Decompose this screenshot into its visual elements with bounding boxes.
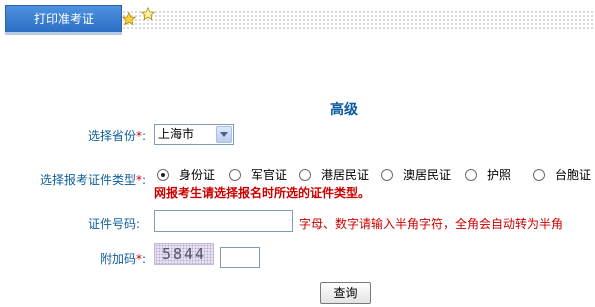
province-select[interactable]: 上海市 [154,124,234,145]
province-label: 选择省份*: [88,129,147,143]
form-title: 高级 [330,102,358,118]
captcha-code: 5844 [161,245,207,263]
tab-strip-dotted-background [118,10,595,30]
radio-button[interactable] [229,169,241,181]
captcha-label: 附加码*: [100,252,147,266]
radio-option-hk-resident[interactable]: 港居民证 [299,166,369,184]
id-number-hint: 字母、数字请输入半角字符，全角会自动转为半角 [299,217,564,231]
radio-button[interactable] [299,169,311,181]
star-icon [122,12,136,26]
radio-option-military-id[interactable]: 军官证 [229,166,287,184]
captcha-image[interactable]: 5844 [154,243,214,265]
radio-button[interactable] [381,169,393,181]
id-type-warning: 网报考生请选择报名时所选的证件类型。 [154,186,371,200]
dropdown-arrow-button[interactable] [216,126,232,143]
tab-print-admission-ticket[interactable]: 打印准考证 [5,5,122,32]
id-type-radio-group: 身份证 军官证 港居民证 澳居民证 护照 台胞证 [154,166,595,184]
query-button[interactable]: 查询 [320,282,371,304]
star-icon [141,7,155,21]
tab-strip: 打印准考证 [0,0,595,35]
dropdown-arrow-icon [220,132,228,137]
tab-underline [5,32,122,35]
id-type-label: 选择报考证件类型*: [40,173,147,187]
radio-button-checked[interactable] [157,169,169,181]
radio-option-taiwan-compatriot[interactable]: 台胞证 [533,166,591,184]
radio-option-id-card[interactable]: 身份证 [157,166,215,184]
radio-option-macau-resident[interactable]: 澳居民证 [381,166,451,184]
id-number-input[interactable] [154,210,293,232]
radio-button[interactable] [465,169,477,181]
radio-button[interactable] [533,169,545,181]
captcha-input[interactable] [220,247,260,268]
radio-option-passport[interactable]: 护照 [465,166,511,184]
province-select-value: 上海市 [158,127,195,141]
id-number-label: 证件号码: [88,217,141,231]
